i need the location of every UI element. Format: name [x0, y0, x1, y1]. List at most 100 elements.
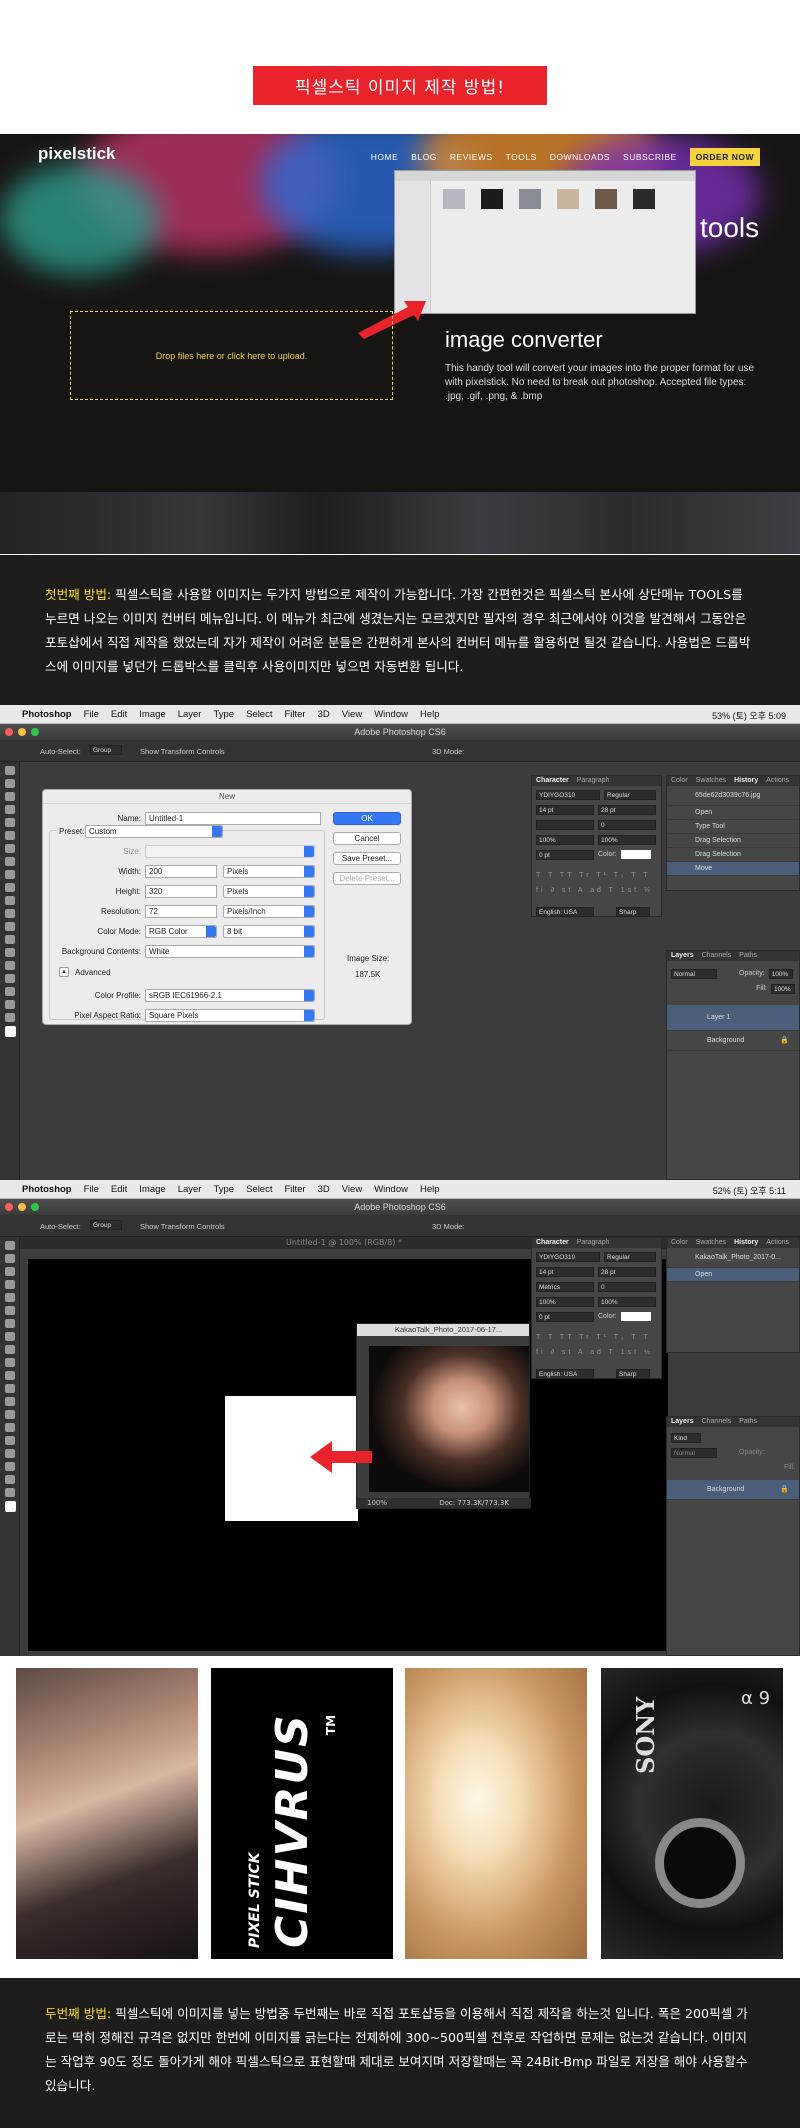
delete-preset-button[interactable]: Delete Preset...: [333, 872, 401, 885]
color-mode-dropdown[interactable]: RGB Color: [145, 925, 217, 938]
language-dropdown[interactable]: English: USA: [536, 906, 594, 917]
stamp-tool-icon[interactable]: [5, 870, 15, 879]
menu-edit[interactable]: Edit: [111, 1184, 127, 1195]
antialias-dropdown[interactable]: Sharp: [616, 906, 650, 917]
tab-paths[interactable]: Paths: [739, 1417, 757, 1427]
blend-mode-dropdown[interactable]: Normal: [671, 968, 717, 979]
history-brush-icon[interactable]: [5, 1358, 15, 1367]
tab-character[interactable]: Character: [536, 1238, 569, 1248]
fill-field[interactable]: 100%: [771, 983, 795, 994]
type-tool-icon[interactable]: [5, 1436, 15, 1445]
font-style-dropdown[interactable]: Regular: [604, 1251, 656, 1262]
quick-select-tool-icon[interactable]: [5, 1280, 15, 1289]
quick-select-tool-icon[interactable]: [5, 805, 15, 814]
kerning-field[interactable]: [536, 819, 594, 830]
menu-layer[interactable]: Layer: [178, 709, 202, 720]
file-thumbnail[interactable]: [519, 189, 541, 209]
nav-home[interactable]: HOME: [371, 152, 399, 162]
height-field[interactable]: 320: [145, 885, 217, 898]
pen-tool-icon[interactable]: [5, 1423, 15, 1432]
menu-type[interactable]: Type: [213, 1184, 234, 1195]
history-snapshot[interactable]: 65de62d3039c76.jpg: [667, 786, 799, 806]
tracking-field[interactable]: 0: [598, 1281, 656, 1292]
menu-file[interactable]: File: [84, 709, 99, 720]
foreground-color-swatch[interactable]: [5, 1501, 16, 1512]
menu-select[interactable]: Select: [246, 709, 272, 720]
color-profile-dropdown[interactable]: sRGB IEC61966-2.1: [145, 989, 315, 1002]
file-thumbnail[interactable]: [557, 189, 579, 209]
type-tool-icon[interactable]: [5, 961, 15, 970]
kerning-field[interactable]: Metrics: [536, 1281, 594, 1292]
foreground-color-swatch[interactable]: [5, 1026, 16, 1037]
opentype-buttons[interactable]: fi ∂ st A ad T 1st ½: [536, 1346, 657, 1359]
menu-edit[interactable]: Edit: [111, 709, 127, 720]
language-dropdown[interactable]: English: USA: [536, 1368, 594, 1379]
file-drop-zone[interactable]: Drop files here or click here to upload.: [70, 311, 393, 400]
layer-kind-filter[interactable]: Kind: [671, 1432, 701, 1443]
zoom-tool-icon[interactable]: [5, 1488, 15, 1497]
menu-photoshop[interactable]: Photoshop: [22, 1184, 72, 1195]
gradient-tool-icon[interactable]: [5, 909, 15, 918]
tracking-field[interactable]: 0: [598, 819, 656, 830]
nav-tools[interactable]: TOOLS: [506, 152, 537, 162]
tab-channels[interactable]: Channels: [702, 951, 732, 961]
nav-downloads[interactable]: DOWNLOADS: [550, 152, 610, 162]
blur-tool-icon[interactable]: [5, 1397, 15, 1406]
tab-layers[interactable]: Layers: [671, 1417, 694, 1427]
healing-tool-icon[interactable]: [5, 844, 15, 853]
font-style-dropdown[interactable]: Regular: [604, 789, 656, 800]
zoom-tool-icon[interactable]: [5, 1013, 15, 1022]
menu-3d[interactable]: 3D: [318, 1184, 330, 1195]
brush-tool-icon[interactable]: [5, 857, 15, 866]
save-preset-button[interactable]: Save Preset...: [333, 852, 401, 865]
menu-photoshop[interactable]: Photoshop: [22, 709, 72, 720]
brush-tool-icon[interactable]: [5, 1332, 15, 1341]
history-item[interactable]: Type Tool: [667, 820, 799, 834]
advanced-label[interactable]: Advanced: [75, 968, 111, 977]
minimize-icon[interactable]: [18, 1203, 26, 1211]
tab-color[interactable]: Color: [671, 1238, 688, 1248]
name-field[interactable]: Untitled-1: [145, 812, 321, 825]
font-family-dropdown[interactable]: YDIYGO310: [536, 789, 600, 800]
nav-subscribe[interactable]: SUBSCRIBE: [623, 152, 677, 162]
tab-actions[interactable]: Actions: [766, 776, 789, 786]
kakao-photo-window[interactable]: KakaoTalk_Photo_2017-06-17... 100% Doc: …: [356, 1323, 531, 1509]
resolution-unit-dropdown[interactable]: Pixels/Inch: [223, 905, 315, 918]
ok-button[interactable]: OK: [333, 812, 401, 825]
tab-character[interactable]: Character: [536, 776, 569, 786]
menu-filter[interactable]: Filter: [284, 709, 305, 720]
kakao-window-title[interactable]: KakaoTalk_Photo_2017-06-17...: [357, 1324, 529, 1336]
menu-3d[interactable]: 3D: [318, 709, 330, 720]
tab-paragraph[interactable]: Paragraph: [577, 776, 610, 786]
font-family-dropdown[interactable]: YDIYGO310: [536, 1251, 600, 1262]
shape-tool-icon[interactable]: [5, 987, 15, 996]
tab-paths[interactable]: Paths: [739, 951, 757, 961]
menu-layer[interactable]: Layer: [178, 1184, 202, 1195]
nav-blog[interactable]: BLOG: [411, 152, 437, 162]
path-select-icon[interactable]: [5, 974, 15, 983]
menu-window[interactable]: Window: [374, 709, 408, 720]
eyedropper-tool-icon[interactable]: [5, 1306, 15, 1315]
menu-help[interactable]: Help: [420, 709, 440, 720]
menu-select[interactable]: Select: [246, 1184, 272, 1195]
path-select-icon[interactable]: [5, 1449, 15, 1458]
vertical-scale-field[interactable]: 100%: [536, 1296, 594, 1307]
history-snapshot[interactable]: KakaoTalk_Photo_2017-0...: [667, 1248, 799, 1268]
menu-type[interactable]: Type: [213, 709, 234, 720]
stamp-tool-icon[interactable]: [5, 1345, 15, 1354]
tab-color[interactable]: Color: [671, 776, 688, 786]
history-item[interactable]: Drag Selection: [667, 848, 799, 862]
show-transform-checkbox[interactable]: Show Transform Controls: [140, 1222, 225, 1231]
blur-tool-icon[interactable]: [5, 922, 15, 931]
tab-channels[interactable]: Channels: [702, 1417, 732, 1427]
move-tool-icon[interactable]: [5, 1241, 15, 1250]
history-item[interactable]: Open: [667, 1268, 799, 1282]
layer-row[interactable]: Background 🔒: [667, 1031, 799, 1051]
history-item[interactable]: Open: [667, 806, 799, 820]
close-icon[interactable]: [5, 1203, 13, 1211]
baseline-field[interactable]: 0 pt: [536, 1311, 594, 1322]
cancel-button[interactable]: Cancel: [333, 832, 401, 845]
horizontal-scale-field[interactable]: 100%: [598, 834, 656, 845]
show-transform-checkbox[interactable]: Show Transform Controls: [140, 747, 225, 756]
width-unit-dropdown[interactable]: Pixels: [223, 865, 315, 878]
